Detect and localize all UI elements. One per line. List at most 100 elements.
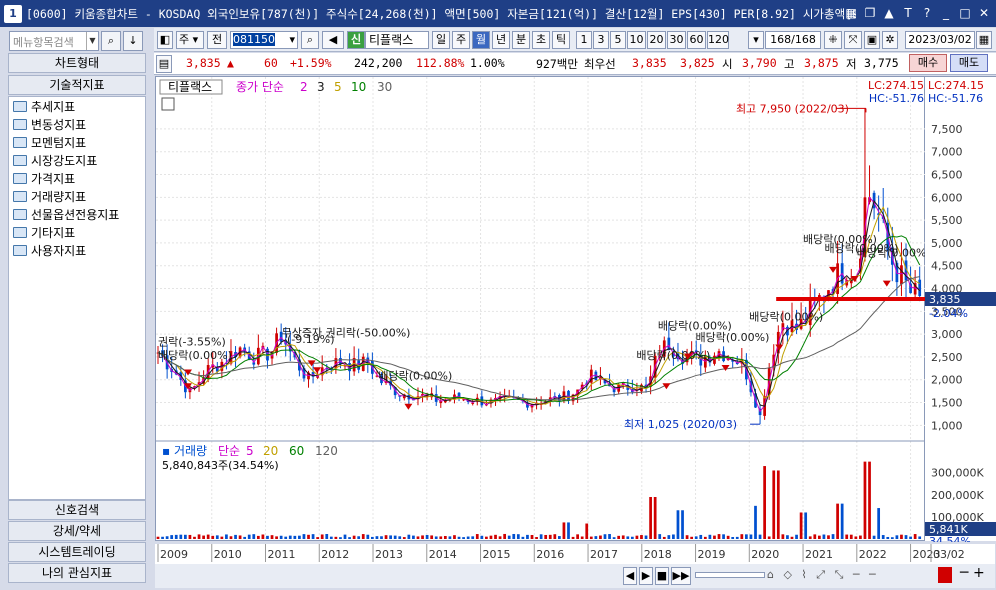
tree-item[interactable]: 변동성지표	[9, 115, 145, 133]
stock-name-field[interactable]: 티플랙스	[365, 31, 429, 49]
pin-icon[interactable]: ▲	[881, 5, 897, 21]
x-tick-label: 2022	[859, 548, 887, 561]
tree-item[interactable]: 시장강도지표	[9, 151, 145, 169]
tree-item[interactable]: 가격지표	[9, 169, 145, 187]
volume-bar	[494, 534, 497, 539]
font-icon[interactable]: T	[900, 5, 916, 21]
my-indicators-button[interactable]: 나의 관심지표	[8, 563, 146, 583]
stock-code-input[interactable]: 081150 ▾	[230, 31, 298, 49]
interval-button[interactable]: 3	[593, 31, 609, 49]
volume-bar	[653, 497, 657, 539]
period-button[interactable]: 년	[492, 31, 510, 49]
sell-button[interactable]: 매도	[950, 54, 988, 72]
volume-bar	[626, 536, 630, 539]
period-select[interactable]: 주 ▾	[176, 31, 204, 49]
signal-search-button[interactable]: 신호검색	[8, 500, 146, 520]
technical-indicator-header[interactable]: 기술적지표	[8, 75, 146, 95]
grid-icon[interactable]: ▦	[843, 5, 859, 21]
dropdown-icon[interactable]: ▾	[748, 31, 764, 49]
period-button[interactable]: 분	[512, 31, 530, 49]
change-value: 60	[264, 56, 278, 70]
tree-item[interactable]: 모멘텀지표	[9, 133, 145, 151]
minimize-icon[interactable]: _	[938, 5, 954, 21]
connect-icon[interactable]: ⤧	[844, 31, 862, 49]
menu-search-input[interactable]: 메뉴항목검색 ▼	[9, 31, 99, 51]
period-button[interactable]: 틱	[552, 31, 570, 49]
period-button[interactable]: 일	[432, 31, 450, 49]
layout-icon[interactable]: ◧	[157, 31, 173, 49]
search-icon[interactable]: ⌕	[101, 31, 121, 51]
drawing-tools[interactable]: ⌂ ◇ ⌇ ⤢ ⤡ ─ ─	[767, 568, 937, 582]
grid-icon[interactable]	[161, 97, 175, 111]
x-tick-label: 2010	[214, 548, 242, 561]
close-icon[interactable]: ✕	[976, 5, 992, 21]
period-button[interactable]: 월	[472, 31, 490, 49]
interval-button[interactable]: 10	[627, 31, 646, 49]
color-swatch[interactable]	[938, 567, 952, 583]
lc-label: LC:274.15	[868, 79, 924, 92]
interval-button[interactable]: 120	[707, 31, 729, 49]
folder-icon	[13, 226, 27, 238]
play-button[interactable]: ▶	[639, 567, 653, 585]
chevron-down-icon[interactable]: ▼	[86, 32, 98, 50]
ma30-line	[157, 276, 920, 401]
tree-item[interactable]: 선물옵션전용지표	[9, 205, 145, 223]
volume-bar	[238, 535, 242, 539]
indicator-tree: 추세지표 변동성지표 모멘텀지표 시장강도지표 가격지표 거래량지표 선물옵션전용지표 기타지…	[8, 96, 146, 500]
scroll-track[interactable]	[695, 572, 765, 578]
list-icon[interactable]: ▤	[156, 55, 172, 73]
legend-ma-period: 2	[300, 80, 308, 94]
tree-item[interactable]: 추세지표	[9, 97, 145, 115]
prev-button[interactable]: 전	[207, 31, 227, 49]
crosshair-icon[interactable]: ⁜	[824, 31, 842, 49]
interval-button[interactable]: 5	[610, 31, 626, 49]
period-button[interactable]: 주	[452, 31, 470, 49]
date-input[interactable]: 2023/03/02	[905, 31, 975, 49]
price-pct-label: -2.04%	[929, 307, 968, 320]
indicator-panel: 메뉴항목검색 ▼ ⌕ ↓ 차트형태 기술적지표 추세지표 변동성지표 모멘텀지표 시장강…	[6, 28, 148, 586]
calendar-icon[interactable]: ▦	[976, 31, 992, 49]
interval-button[interactable]: 60	[687, 31, 706, 49]
period-button[interactable]: 초	[532, 31, 550, 49]
volume-bar	[466, 536, 470, 539]
chevron-down-icon[interactable]: ▾	[289, 32, 295, 48]
scroll-left-button[interactable]: ◀	[623, 567, 637, 585]
x-tick-label: 2019	[698, 548, 726, 561]
volume-bar	[630, 536, 634, 539]
interval-button[interactable]: 20	[647, 31, 666, 49]
buy-button[interactable]: 매수	[909, 54, 947, 72]
volume-bar	[567, 522, 570, 539]
gear-icon[interactable]: ✲	[882, 31, 898, 49]
tree-item[interactable]: 사용자지표	[9, 241, 145, 259]
event-annotation: (-9.19%)	[287, 333, 335, 346]
download-icon[interactable]: ↓	[123, 31, 143, 51]
maximize-icon[interactable]: □	[957, 5, 973, 21]
tree-item[interactable]: 기타지표	[9, 223, 145, 241]
system-trading-button[interactable]: 시스템트레이딩	[8, 542, 146, 562]
count-input[interactable]: 168/168	[765, 31, 821, 49]
interval-button[interactable]: 30	[667, 31, 686, 49]
interval-button[interactable]: 1	[576, 31, 592, 49]
volume-bar	[448, 536, 452, 539]
volume-bar	[457, 536, 461, 539]
bull-bear-button[interactable]: 강세/약세	[8, 521, 146, 541]
save-icon[interactable]: ▣	[864, 31, 880, 49]
volume-bar	[558, 536, 561, 539]
zoom-in-button[interactable]: +	[973, 565, 985, 581]
volume-bar	[512, 533, 516, 539]
search-icon[interactable]: ⌕	[301, 31, 319, 49]
zoom-out-button[interactable]: ─	[960, 565, 968, 581]
chart-area[interactable]: 최고 7,950 (2022/03) 최저 1,025 (2020/03) 권락(-…	[155, 76, 931, 541]
stop-button[interactable]: ■	[655, 567, 669, 585]
volume-bar	[215, 535, 219, 539]
volume-bar	[430, 535, 434, 539]
help-icon[interactable]: ?	[919, 5, 935, 21]
x-tick-label: 2011	[268, 548, 296, 561]
chart-type-header[interactable]: 차트형태	[8, 53, 146, 73]
sound-icon[interactable]: ◀	[322, 31, 344, 49]
restore-icon[interactable]: ❐	[862, 5, 878, 21]
tree-item[interactable]: 거래량지표	[9, 187, 145, 205]
tree-item-label: 추세지표	[31, 99, 76, 114]
fast-forward-button[interactable]: ▶▶	[671, 567, 691, 585]
up-arrow-icon: ▲	[227, 56, 234, 70]
